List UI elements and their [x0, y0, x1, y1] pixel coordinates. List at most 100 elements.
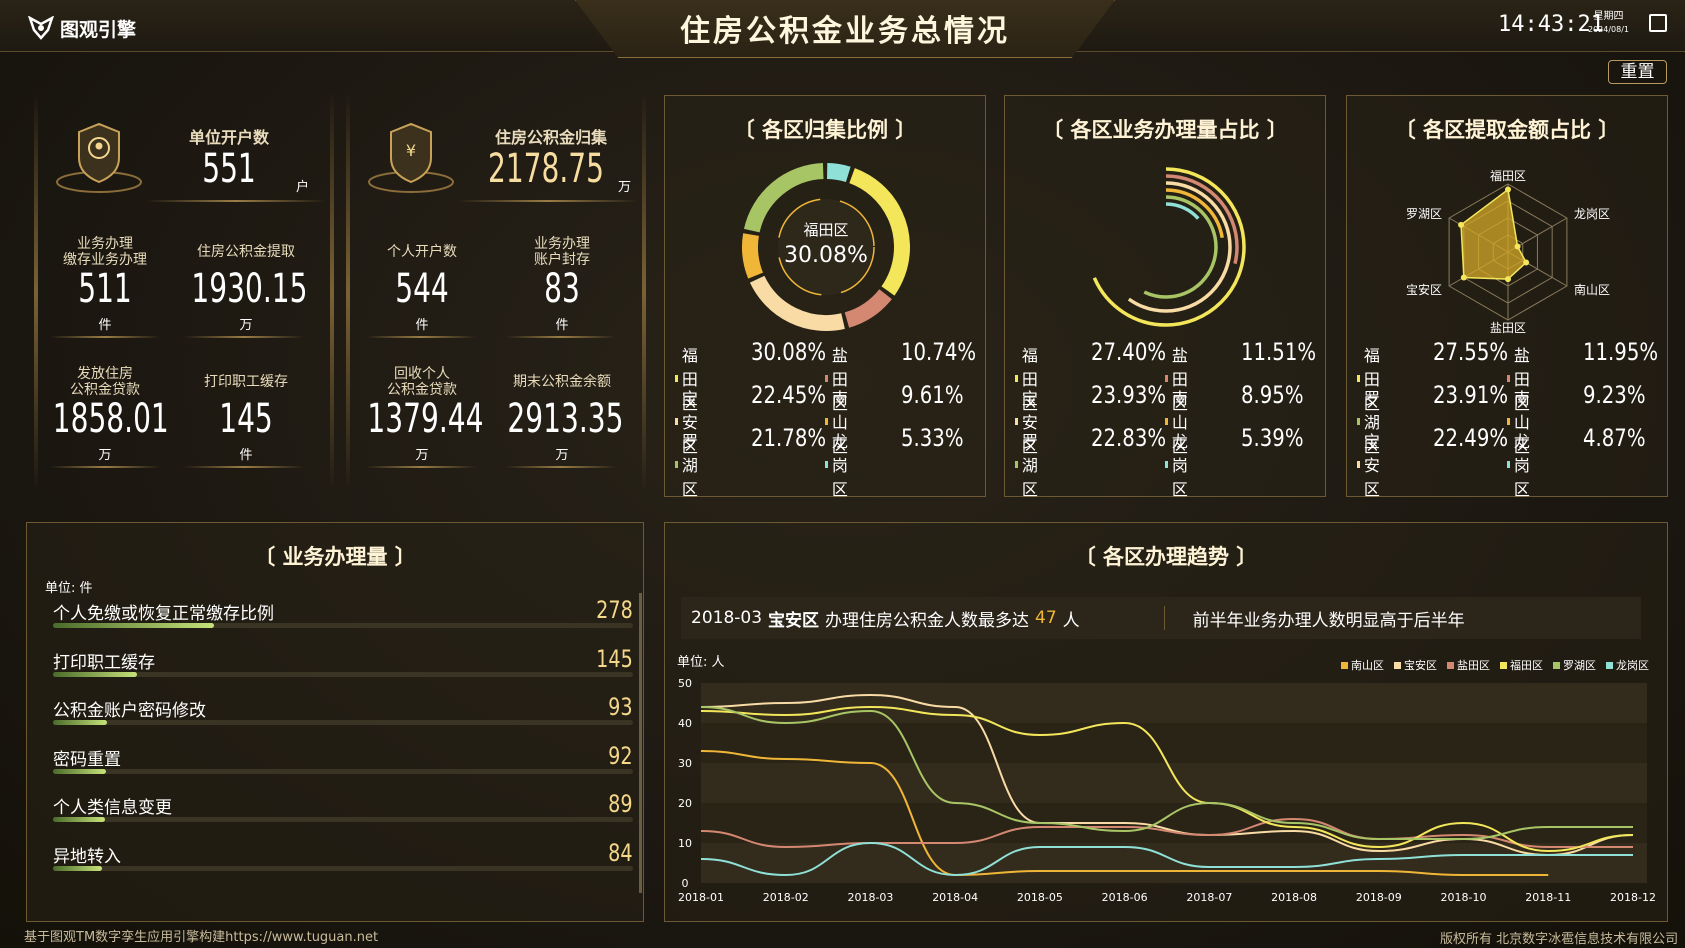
bar-track — [53, 817, 633, 822]
shield-user-icon — [56, 122, 142, 193]
kpi-label: 期末公积金余额 — [513, 374, 611, 390]
info-region: 宝安区 — [768, 610, 820, 631]
external-link-icon[interactable] — [1649, 14, 1667, 32]
weekday: 星期四 — [1593, 11, 1624, 22]
date: 2024/08/1 — [1588, 25, 1630, 34]
kpi-underline — [506, 466, 616, 468]
footer-right: 版权所有 北京数字冰雹信息技术有限公司 — [1440, 932, 1679, 947]
kpi-underline — [506, 336, 616, 338]
trend-legend-item[interactable]: 罗湖区 — [1553, 657, 1596, 673]
bar-row[interactable]: 公积金账户密码修改 93 — [53, 693, 633, 725]
kpi-unit: 件 — [415, 318, 429, 333]
bar-track — [53, 768, 633, 774]
legend-swatch — [1553, 662, 1560, 669]
legend-label: 罗湖区 — [1021, 432, 1038, 499]
bar-row[interactable]: 密码重置 92 — [53, 742, 633, 774]
legend-value: 23.91% — [1433, 381, 1509, 409]
svg-text:¥: ¥ — [406, 141, 416, 160]
kpi-underline — [366, 336, 476, 338]
bar-value: 145 — [596, 644, 633, 673]
info-divider — [1163, 606, 1165, 630]
legend-swatch — [675, 417, 678, 425]
info-text: 办理住房公积金人数最多达 — [825, 610, 1030, 631]
kpi-unit: 万 — [555, 448, 569, 463]
radial-bar[interactable] — [1100, 181, 1232, 313]
legend-swatch — [675, 374, 678, 382]
radial-bar[interactable] — [1086, 167, 1246, 327]
trend-legend-item[interactable]: 宝安区 — [1394, 657, 1437, 673]
bar-row[interactable]: 个人类信息变更 89 — [53, 790, 633, 822]
bar-label: 个人类信息变更 — [53, 798, 172, 818]
kpi-unit: 件 — [98, 318, 112, 333]
x-tick: 2018-03 — [847, 891, 893, 904]
legend-value: 22.49% — [1433, 424, 1509, 452]
footer-left: 基于图观TM数字孪生应用引擎构建https://www.tuguan.net — [24, 930, 379, 945]
radar-point[interactable] — [1460, 274, 1467, 281]
radial-bar[interactable] — [1121, 202, 1211, 292]
legend-value: 22.45% — [751, 381, 827, 409]
bar-fill — [53, 865, 102, 871]
legend-swatch — [1357, 417, 1360, 425]
legend-value: 27.40% — [1091, 338, 1167, 366]
kpi-top-underline — [146, 200, 326, 202]
bar-value: 278 — [596, 596, 633, 624]
x-tick: 2018-12 — [1610, 891, 1656, 904]
bar-track — [53, 865, 633, 871]
legend-label: 龙岗区 — [831, 432, 848, 499]
bar-label: 异地转入 — [53, 846, 121, 867]
chart-band — [701, 683, 1647, 723]
radar-chart[interactable]: 福田区龙岗区南山区盐田区 宝安区 罗湖区 — [1387, 152, 1629, 348]
bar-label: 密码重置 — [53, 749, 121, 770]
radar-area[interactable] — [1460, 188, 1528, 280]
bar-label: 公积金账户密码修改 — [53, 701, 206, 721]
legend-value: 22.83% — [1091, 424, 1167, 452]
bar-fill — [53, 623, 215, 628]
kpi-underline — [184, 466, 304, 468]
x-tick: 2018-11 — [1525, 891, 1571, 904]
bar-row[interactable]: 打印职工缓存 145 — [53, 644, 633, 677]
legend-label: 福田区 — [1510, 659, 1543, 672]
legend-swatch — [1015, 417, 1018, 425]
y-tick: 50 — [678, 677, 692, 690]
kpi-underline — [50, 466, 160, 468]
kpi-label: 业务办理 — [534, 236, 590, 252]
radar-point[interactable] — [1523, 259, 1530, 266]
radial-bar[interactable] — [1107, 188, 1225, 306]
y-tick: 0 — [682, 877, 689, 890]
radar-point[interactable] — [1458, 221, 1465, 228]
kpi-label: 业务办理 — [77, 236, 133, 252]
kpi-panel-left: 单位开户数 551 户 业务办理 缴存业务办理 511 件 住房公积金提取 19… — [34, 92, 336, 496]
kpi-unit: 万 — [98, 448, 112, 463]
y-tick: 10 — [678, 837, 692, 850]
legend-swatch — [1341, 662, 1348, 669]
frame-left-edge — [346, 92, 350, 492]
kpi-unit: 件 — [239, 448, 253, 463]
scrollbar[interactable] — [639, 593, 642, 893]
x-tick: 2018-09 — [1356, 891, 1402, 904]
legend-item: 宝安区 — [1357, 428, 1384, 500]
legend-label: 龙岗区 — [1513, 432, 1530, 499]
bar-track — [53, 671, 633, 677]
legend-swatch — [1606, 662, 1613, 669]
radar-point[interactable] — [1505, 186, 1511, 193]
radial-bar-chart[interactable] — [1071, 152, 1261, 342]
legend-value: 27.55% — [1433, 338, 1509, 366]
radar-point[interactable] — [1514, 243, 1521, 250]
x-tick: 2018-04 — [932, 891, 978, 904]
reset-button[interactable]: 重置 — [1608, 60, 1667, 84]
kpi-value: 83 — [544, 266, 580, 312]
bar-row[interactable]: 个人免缴或恢复正常缴存比例 278 — [53, 596, 633, 628]
radar-point[interactable] — [1505, 276, 1511, 283]
bar-row[interactable]: 异地转入 84 — [53, 838, 633, 871]
radial-bar[interactable] — [1114, 195, 1218, 299]
bar-value: 84 — [608, 838, 633, 867]
page-title: 住房公积金业务总情况 — [680, 14, 1010, 49]
legend-swatch — [1357, 374, 1360, 382]
trend-legend-item[interactable]: 龙岗区 — [1606, 657, 1649, 673]
line-chart[interactable]: 0 10 20 30 40 50 2018-01 2018-02 2018-03 2018-04 2… — [665, 673, 1665, 913]
trend-legend-item[interactable]: 盐田区 — [1447, 657, 1490, 673]
trend-legend-item[interactable]: 南山区 — [1341, 657, 1384, 673]
radar-label: 宝安区 — [1406, 282, 1442, 297]
chart-band — [701, 723, 1647, 763]
trend-legend-item[interactable]: 福田区 — [1500, 657, 1543, 673]
